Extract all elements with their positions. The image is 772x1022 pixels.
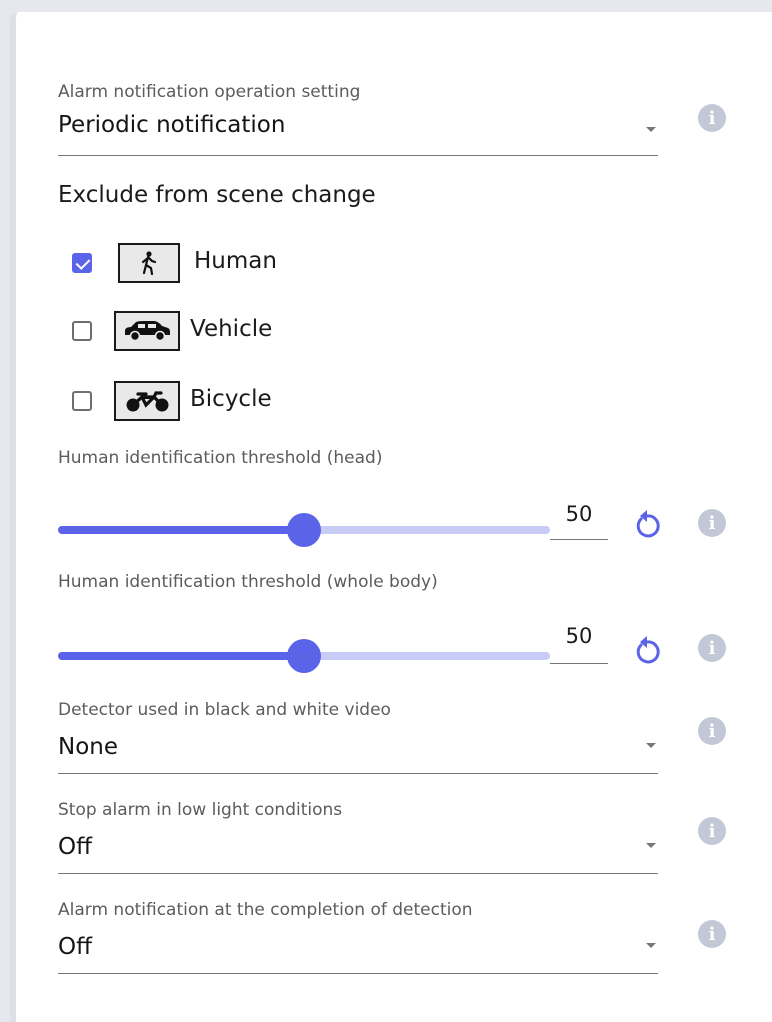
info-icon[interactable]: i [698, 634, 726, 662]
bicycle-icon [126, 391, 169, 412]
select-underline [58, 773, 658, 774]
completion-select[interactable]: Alarm notification at the completion of … [58, 900, 658, 976]
threshold-head-label: Human identification threshold (head) [58, 448, 383, 468]
exclude-item-vehicle[interactable]: Vehicle [72, 310, 332, 352]
car-icon [125, 321, 170, 342]
reset-icon[interactable] [632, 508, 662, 538]
bicycle-checkbox[interactable] [72, 391, 92, 411]
bw-detector-label: Detector used in black and white video [58, 700, 391, 720]
human-label: Human [194, 248, 277, 274]
chevron-down-icon [646, 743, 656, 748]
completion-label: Alarm notification at the completion of … [58, 900, 473, 920]
bw-detector-value: None [58, 734, 119, 760]
info-icon[interactable]: i [698, 509, 726, 537]
human-checkbox[interactable] [72, 253, 92, 273]
slider-fill [58, 652, 304, 660]
threshold-head-value[interactable]: 50 [550, 502, 608, 526]
exclude-item-human[interactable]: Human [72, 242, 332, 284]
alarm-operation-value: Periodic notification [58, 112, 286, 138]
human-icon-box [118, 243, 180, 283]
threshold-body-label: Human identification threshold (whole bo… [58, 572, 438, 592]
info-icon[interactable]: i [698, 920, 726, 948]
low-light-label: Stop alarm in low light conditions [58, 800, 343, 820]
threshold-body-slider[interactable] [58, 636, 550, 676]
alarm-operation-select[interactable]: Alarm notification operation setting Per… [58, 82, 658, 158]
completion-value: Off [58, 934, 92, 960]
alarm-operation-label: Alarm notification operation setting [58, 82, 361, 102]
select-underline [58, 873, 658, 874]
chevron-down-icon [646, 127, 656, 132]
vehicle-icon-box [114, 311, 180, 351]
info-icon[interactable]: i [698, 817, 726, 845]
bicycle-label: Bicycle [190, 386, 272, 412]
exclude-title: Exclude from scene change [58, 182, 376, 208]
low-light-value: Off [58, 834, 92, 860]
bicycle-icon-box [114, 381, 180, 421]
threshold-body-value[interactable]: 50 [550, 624, 608, 648]
value-underline [550, 663, 608, 664]
exclude-item-bicycle[interactable]: Bicycle [72, 380, 332, 422]
chevron-down-icon [646, 843, 656, 848]
value-underline [550, 539, 608, 540]
reset-icon[interactable] [632, 634, 662, 664]
pedestrian-icon [141, 251, 157, 276]
slider-thumb[interactable] [287, 513, 321, 547]
vehicle-checkbox[interactable] [72, 321, 92, 341]
select-underline [58, 973, 658, 974]
chevron-down-icon [646, 943, 656, 948]
low-light-select[interactable]: Stop alarm in low light conditions Off [58, 800, 658, 876]
info-icon[interactable]: i [698, 104, 726, 132]
bw-detector-select[interactable]: Detector used in black and white video N… [58, 700, 658, 776]
info-icon[interactable]: i [698, 717, 726, 745]
select-underline [58, 155, 658, 156]
slider-fill [58, 526, 304, 534]
threshold-head-slider[interactable] [58, 510, 550, 550]
vehicle-label: Vehicle [190, 316, 273, 342]
slider-thumb[interactable] [287, 639, 321, 673]
